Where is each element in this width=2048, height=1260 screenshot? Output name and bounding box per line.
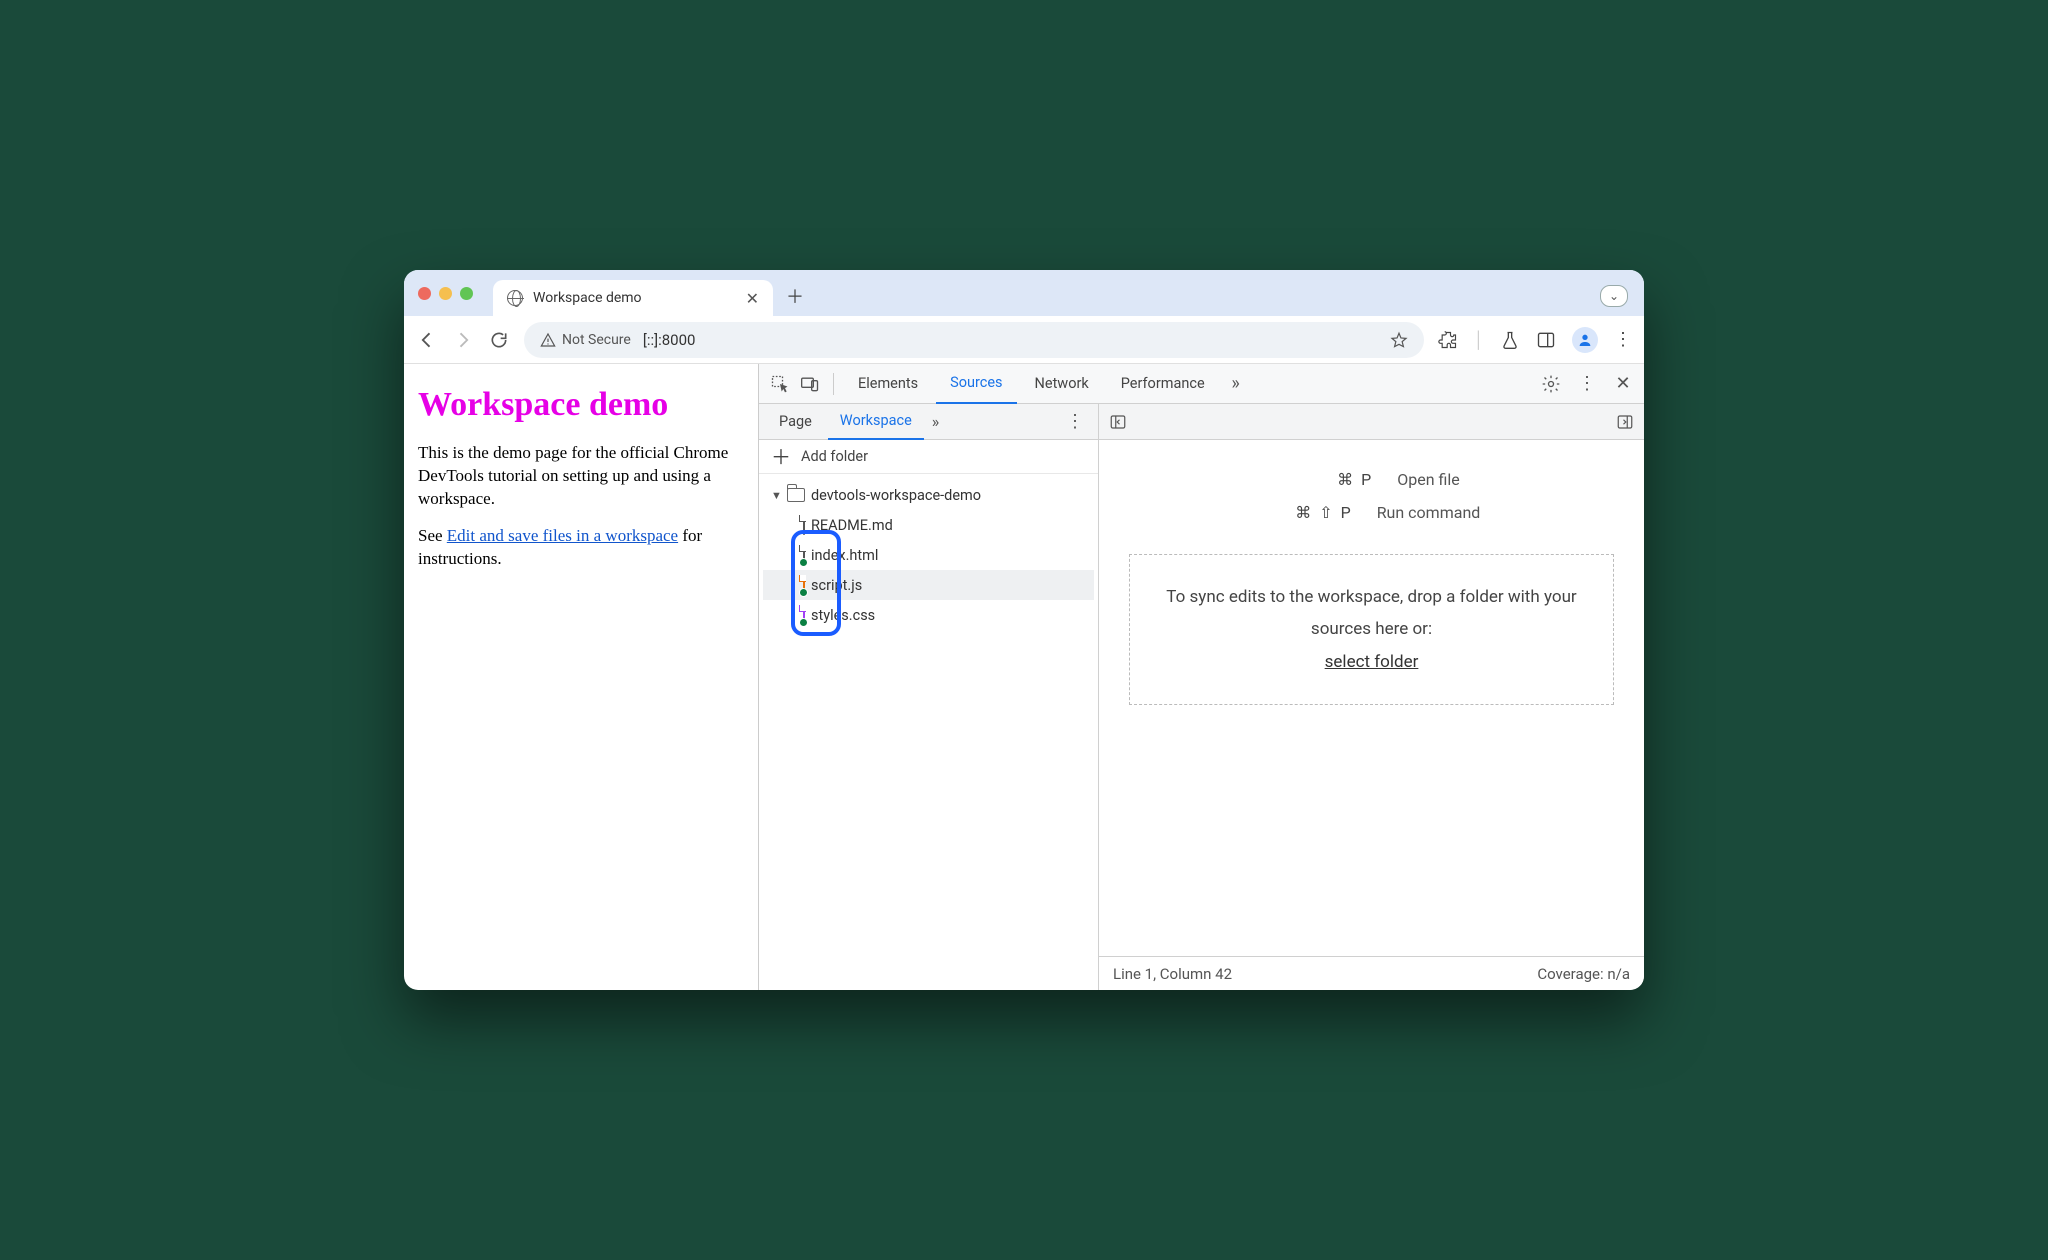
panel-left-icon	[1109, 413, 1127, 431]
tab-close-button[interactable]: ✕	[746, 289, 759, 308]
devtools-close-button[interactable]: ✕	[1610, 371, 1636, 397]
shortcut-open-file: ⌘ P Open file	[1283, 470, 1460, 489]
toggle-debugger-button[interactable]	[1616, 413, 1634, 431]
mapped-indicator-icon	[799, 618, 808, 627]
star-icon	[1390, 331, 1408, 349]
cursor-position: Line 1, Column 42	[1113, 965, 1232, 983]
navigator-menu-button[interactable]: ⋮	[1060, 411, 1090, 432]
shortcuts-hint: ⌘ P Open file ⌘ ⇧ P Run command	[1099, 440, 1644, 542]
back-button[interactable]	[416, 329, 438, 351]
tab-sources[interactable]: Sources	[936, 364, 1016, 404]
tab-title: Workspace demo	[533, 290, 642, 306]
devices-icon	[799, 374, 821, 394]
toolbar-actions: │ ⋮	[1438, 327, 1632, 353]
navigator-more-tabs[interactable]: »	[932, 412, 940, 431]
new-tab-button[interactable]: ＋	[781, 282, 809, 310]
bookmark-button[interactable]	[1390, 331, 1408, 349]
navigator-tabs: Page Workspace » ⋮	[759, 404, 1098, 440]
extensions-button[interactable]	[1438, 330, 1458, 350]
page-paragraph-2: See Edit and save files in a workspace f…	[418, 525, 744, 571]
devtools-tabs: Elements Sources Network Performance » ⋮…	[759, 364, 1644, 404]
forward-button[interactable]	[452, 329, 474, 351]
inspect-icon	[770, 374, 790, 394]
close-window-button[interactable]	[418, 287, 431, 300]
rendered-page: Workspace demo This is the demo page for…	[404, 364, 759, 990]
tab-elements[interactable]: Elements	[844, 364, 932, 404]
tab-performance[interactable]: Performance	[1107, 364, 1219, 404]
chrome-menu-button[interactable]: ⋮	[1614, 329, 1632, 350]
warning-icon	[540, 332, 556, 348]
mapped-indicator-icon	[799, 588, 808, 597]
add-folder-button[interactable]: ＋ Add folder	[759, 440, 1098, 474]
file-icon	[803, 516, 805, 535]
gear-icon	[1541, 374, 1561, 394]
tab-strip: Workspace demo ✕ ＋ ⌄	[404, 270, 1644, 316]
caret-down-icon: ▼	[771, 489, 781, 502]
select-folder-link[interactable]: select folder	[1325, 652, 1419, 672]
minimize-window-button[interactable]	[439, 287, 452, 300]
tree-file-styles-css[interactable]: styles.css	[763, 600, 1094, 630]
sources-navigator: Page Workspace » ⋮ ＋ Add folder ▼ devtoo	[759, 404, 1099, 990]
panel-icon	[1536, 330, 1556, 350]
tree-file-script-js[interactable]: script.js	[763, 570, 1094, 600]
tree-file-readme[interactable]: README.md	[763, 510, 1094, 540]
browser-tab[interactable]: Workspace demo ✕	[493, 280, 773, 316]
coverage-status: Coverage: n/a	[1537, 965, 1630, 983]
labs-button[interactable]	[1500, 330, 1520, 350]
editor-placeholder: ⌘ P Open file ⌘ ⇧ P Run command To sync …	[1099, 440, 1644, 956]
window-controls	[418, 287, 473, 300]
shortcut-run-command: ⌘ ⇧ P Run command	[1263, 503, 1481, 522]
plus-icon: ＋	[771, 447, 791, 467]
tree-file-index-html[interactable]: index.html	[763, 540, 1094, 570]
devtools-settings-button[interactable]	[1538, 371, 1564, 397]
editor-toolbar	[1099, 404, 1644, 440]
url-text: [::]:8000	[643, 331, 696, 349]
puzzle-icon	[1438, 330, 1458, 350]
subtab-workspace[interactable]: Workspace	[828, 404, 924, 440]
globe-icon	[507, 290, 523, 306]
reload-button[interactable]	[488, 329, 510, 351]
security-label: Not Secure	[562, 332, 631, 348]
mapped-indicator-icon	[799, 558, 808, 567]
device-toolbar-button[interactable]	[797, 371, 823, 397]
security-chip[interactable]: Not Secure	[540, 332, 631, 348]
tab-search-button[interactable]: ⌄	[1600, 285, 1628, 307]
toolbar: Not Secure [::]:8000 │ ⋮	[404, 316, 1644, 364]
toggle-navigator-button[interactable]	[1109, 413, 1127, 431]
content-area: Workspace demo This is the demo page for…	[404, 364, 1644, 990]
workspace-dropzone[interactable]: To sync edits to the workspace, drop a f…	[1129, 554, 1614, 705]
folder-icon	[787, 488, 805, 502]
maximize-window-button[interactable]	[460, 287, 473, 300]
sources-editor-area: ⌘ P Open file ⌘ ⇧ P Run command To sync …	[1099, 404, 1644, 990]
subtab-page[interactable]: Page	[767, 404, 824, 440]
devtools-panel: Elements Sources Network Performance » ⋮…	[759, 364, 1644, 990]
profile-button[interactable]	[1572, 327, 1598, 353]
browser-window: Workspace demo ✕ ＋ ⌄ Not Secure [::]:800…	[404, 270, 1644, 990]
tree-folder-root[interactable]: ▼ devtools-workspace-demo	[763, 480, 1094, 510]
page-heading: Workspace demo	[418, 382, 744, 428]
devtools-menu-button[interactable]: ⋮	[1574, 371, 1600, 397]
person-icon	[1577, 332, 1593, 348]
tutorial-link[interactable]: Edit and save files in a workspace	[447, 526, 678, 545]
panel-right-icon	[1616, 413, 1634, 431]
page-paragraph-1: This is the demo page for the official C…	[418, 442, 744, 511]
flask-icon	[1500, 330, 1520, 350]
editor-statusbar: Line 1, Column 42 Coverage: n/a	[1099, 956, 1644, 990]
sources-panel: Page Workspace » ⋮ ＋ Add folder ▼ devtoo	[759, 404, 1644, 990]
tab-network[interactable]: Network	[1021, 364, 1103, 404]
more-tabs-button[interactable]: »	[1223, 371, 1249, 397]
inspect-element-button[interactable]	[767, 371, 793, 397]
file-tree: ▼ devtools-workspace-demo README.md inde…	[759, 474, 1098, 636]
omnibox[interactable]: Not Secure [::]:8000	[524, 322, 1424, 358]
side-panel-button[interactable]	[1536, 330, 1556, 350]
